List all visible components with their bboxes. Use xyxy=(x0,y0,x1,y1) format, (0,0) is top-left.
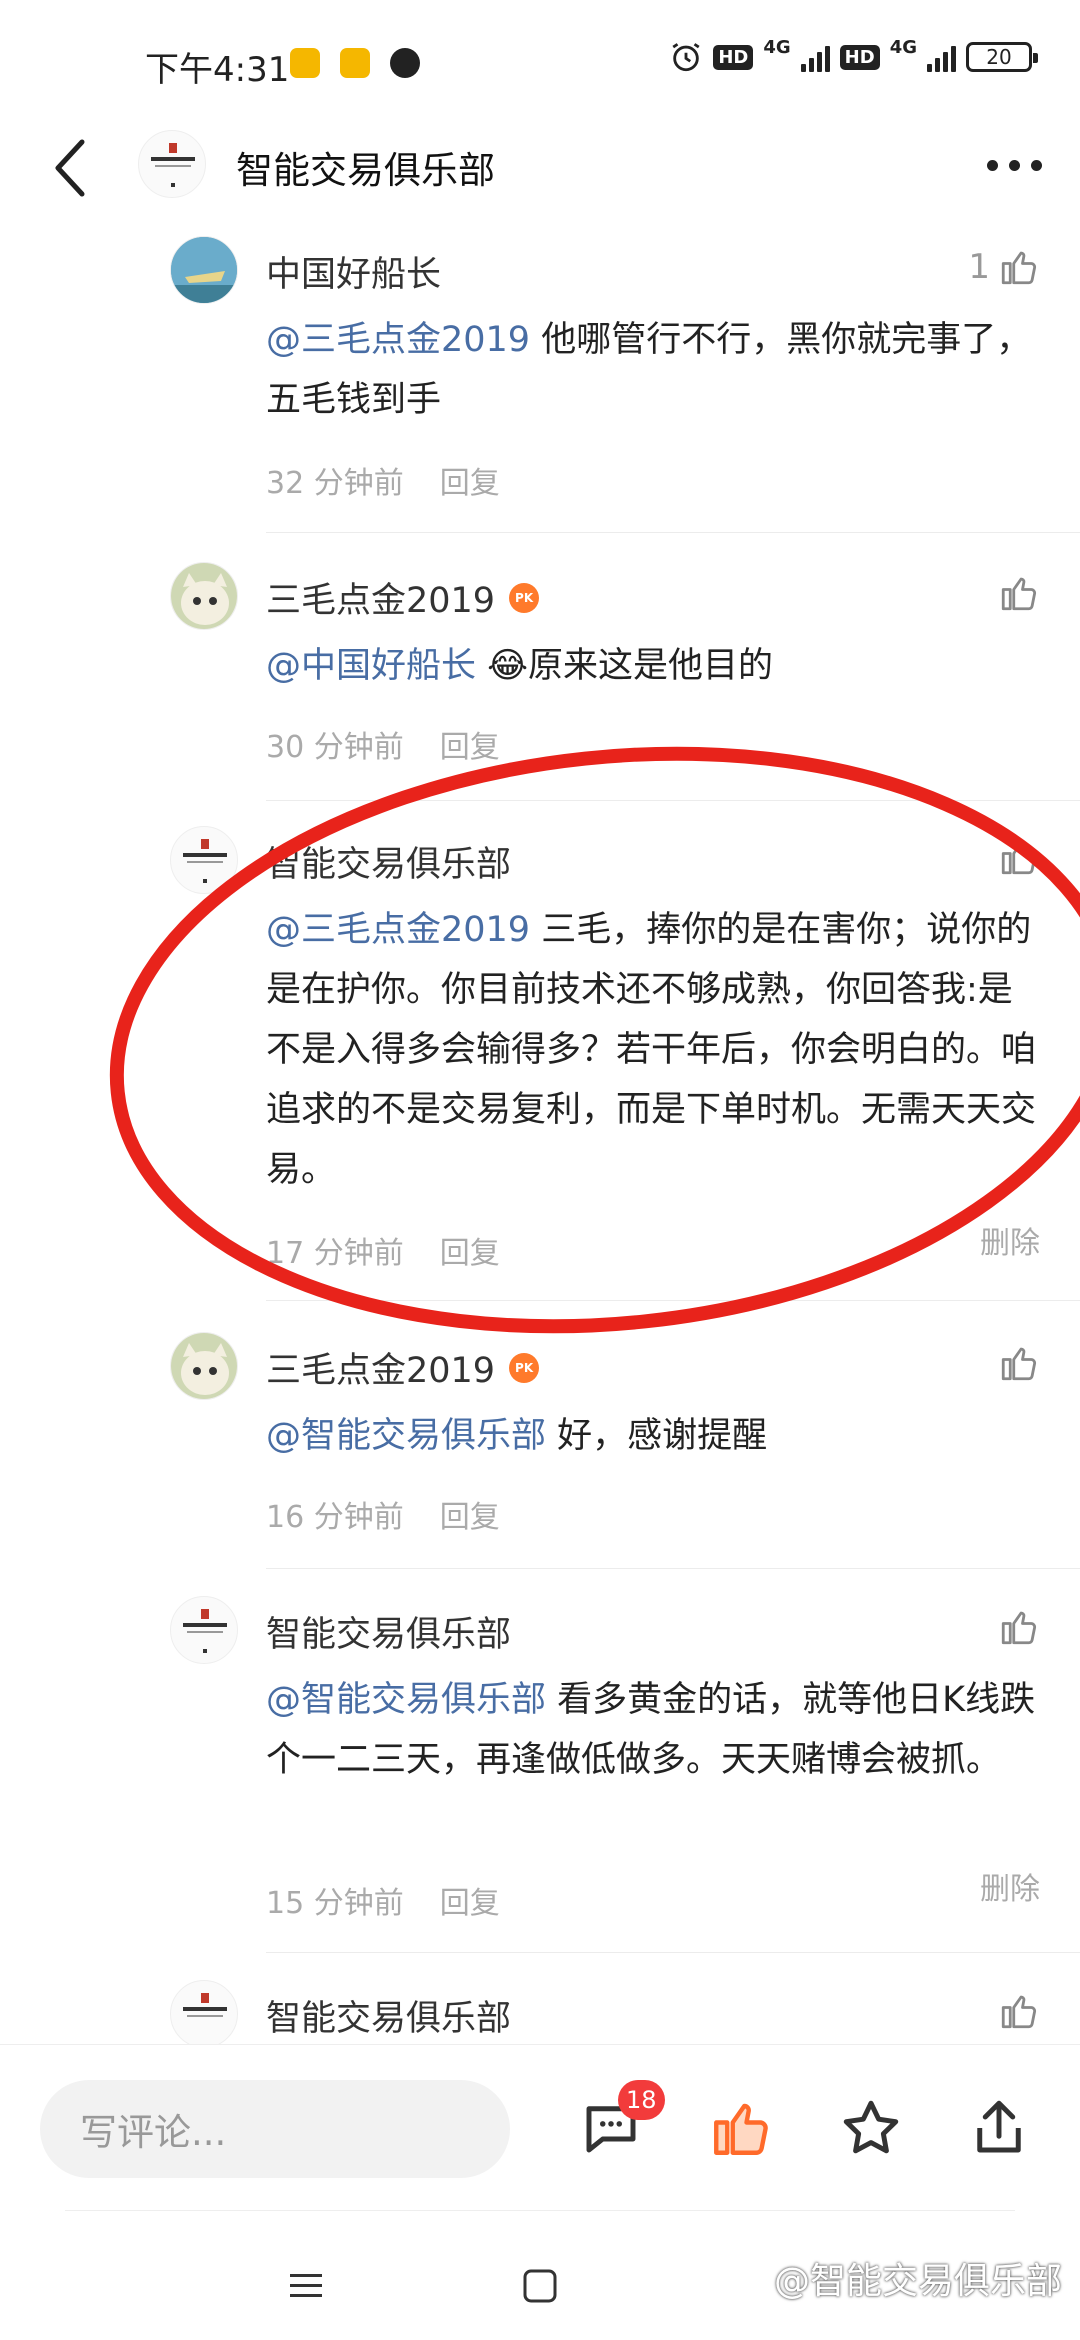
like-button[interactable] xyxy=(998,1606,1040,1648)
thumbs-up-icon xyxy=(1001,1347,1036,1381)
club-logo-icon xyxy=(151,143,195,187)
divider xyxy=(266,532,1080,533)
comment-meta: 16 分钟前 回复 xyxy=(266,1492,500,1536)
club-logo-icon xyxy=(183,839,227,883)
mail-app-icon xyxy=(340,48,370,78)
signal-icon xyxy=(800,42,830,72)
avatar[interactable] xyxy=(170,826,238,894)
comment-text: @智能交易俱乐部 看多黄金的话，就等他日K线跌个一二三天，再逢做低做多。天天赌博… xyxy=(266,1680,1036,1780)
avatar[interactable] xyxy=(170,1596,238,1664)
weather-app-icon xyxy=(290,48,320,78)
comment-author[interactable]: 智能交易俱乐部 xyxy=(266,836,511,887)
comment-time: 16 分钟前 xyxy=(266,1500,404,1535)
comment-author[interactable]: 三毛点金2019 PK xyxy=(266,572,540,623)
thumbs-up-icon xyxy=(1001,1995,1036,2029)
camera-app-icon xyxy=(390,48,420,78)
club-logo-icon xyxy=(183,1609,227,1653)
comment-meta: 30 分钟前 回复 xyxy=(266,722,500,766)
pk-badge-icon: PK xyxy=(509,582,540,613)
mention-link[interactable]: @三毛点金2019 xyxy=(266,320,530,360)
signal-icon-2 xyxy=(927,42,956,72)
comment-meta: 15 分钟前 回复 xyxy=(266,1878,500,1922)
thumbs-up-icon xyxy=(1001,251,1036,285)
boat-avatar-icon xyxy=(171,237,237,303)
status-indicators: HD 4G HD 4G 20 xyxy=(669,36,1038,74)
mention-link[interactable]: @三毛点金2019 xyxy=(266,910,530,950)
comment-text: @三毛点金2019 三毛，捧你的是在害你；说你的是在护你。你目前技术还不够成熟，… xyxy=(266,910,1037,1190)
hd-badge: HD xyxy=(713,44,754,70)
alarm-icon xyxy=(672,43,700,72)
hd-badge-2: HD xyxy=(839,44,880,70)
avatar[interactable] xyxy=(170,1980,238,2048)
status-time: 下午4:31 xyxy=(145,50,290,90)
comment-text: @三毛点金2019 他哪管行不行，黑你就完事了，五毛钱到手 xyxy=(266,320,1032,420)
watermark: @智能交易俱乐部 xyxy=(773,2261,1062,2302)
comment-text: @智能交易俱乐部 好，感谢提醒 xyxy=(266,1416,768,1456)
like-count: 1 xyxy=(968,247,990,287)
status-bar: 下午4:31 HD 4G HD 4G 20 xyxy=(0,0,1080,130)
thumbs-up-icon xyxy=(1001,577,1036,611)
like-button[interactable] xyxy=(998,836,1040,878)
mention-link[interactable]: @智能交易俱乐部 xyxy=(266,1416,546,1456)
comment-meta: 32 分钟前 回复 xyxy=(266,458,500,502)
thumbs-up-icon xyxy=(1001,1611,1036,1645)
network-type-2: 4G xyxy=(889,36,917,58)
divider xyxy=(266,1952,1080,1953)
cat-avatar-icon xyxy=(171,1333,237,1399)
comment-author[interactable]: 三毛点金2019 PK xyxy=(266,1342,540,1393)
battery-icon: 20 xyxy=(966,42,1038,72)
comment-time: 32 分钟前 xyxy=(266,466,404,501)
like-button[interactable] xyxy=(998,1342,1040,1384)
comment-author[interactable]: 智能交易俱乐部 xyxy=(266,1990,511,2041)
like-button[interactable] xyxy=(998,1990,1040,2032)
header-avatar[interactable] xyxy=(138,130,206,198)
more-horizontal-icon[interactable] xyxy=(987,160,1042,171)
comment-time: 30 分钟前 xyxy=(266,730,404,765)
comment-text: @中国好船长 😂原来这是他目的 xyxy=(266,646,774,686)
mention-link[interactable]: @中国好船长 xyxy=(266,646,476,686)
avatar[interactable] xyxy=(170,1332,238,1400)
thumbs-up-active-icon[interactable] xyxy=(708,2095,774,2161)
reply-button[interactable]: 回复 xyxy=(440,458,500,502)
reply-button[interactable]: 回复 xyxy=(440,1492,500,1536)
menu-icon[interactable] xyxy=(288,2270,324,2302)
star-icon[interactable] xyxy=(838,2095,904,2161)
like-button[interactable] xyxy=(998,572,1040,614)
thumbs-up-icon xyxy=(1001,841,1036,875)
like-button[interactable]: 1 xyxy=(968,246,1040,288)
home-square-icon[interactable] xyxy=(522,2268,558,2304)
reply-button[interactable]: 回复 xyxy=(440,1878,500,1922)
delete-button[interactable]: 删除 xyxy=(980,1218,1040,1262)
delete-button[interactable]: 删除 xyxy=(980,1864,1040,1908)
network-type: 4G xyxy=(763,36,791,58)
comment-author[interactable]: 中国好船长 xyxy=(266,246,441,297)
reply-button[interactable]: 回复 xyxy=(440,722,500,766)
pk-badge-icon: PK xyxy=(509,1352,540,1383)
mention-link[interactable]: @智能交易俱乐部 xyxy=(266,1680,546,1720)
divider xyxy=(266,1568,1080,1569)
divider xyxy=(266,1300,1080,1301)
avatar[interactable] xyxy=(170,236,238,304)
cat-avatar-icon xyxy=(171,563,237,629)
comment-input[interactable]: 写评论... xyxy=(40,2080,510,2178)
club-logo-icon xyxy=(183,1993,227,2017)
chevron-left-icon[interactable] xyxy=(50,138,90,198)
comment-meta: 17 分钟前 回复 xyxy=(266,1228,500,1272)
avatar[interactable] xyxy=(170,562,238,630)
page-title: 智能交易俱乐部 xyxy=(236,149,495,192)
comment-author[interactable]: 智能交易俱乐部 xyxy=(266,1606,511,1657)
comment-time: 15 分钟前 xyxy=(266,1886,404,1921)
comment-time: 17 分钟前 xyxy=(266,1236,404,1271)
divider xyxy=(266,800,1080,801)
comment-count-badge: 18 xyxy=(618,2080,665,2120)
share-icon[interactable] xyxy=(966,2095,1032,2161)
reply-button[interactable]: 回复 xyxy=(440,1228,500,1272)
